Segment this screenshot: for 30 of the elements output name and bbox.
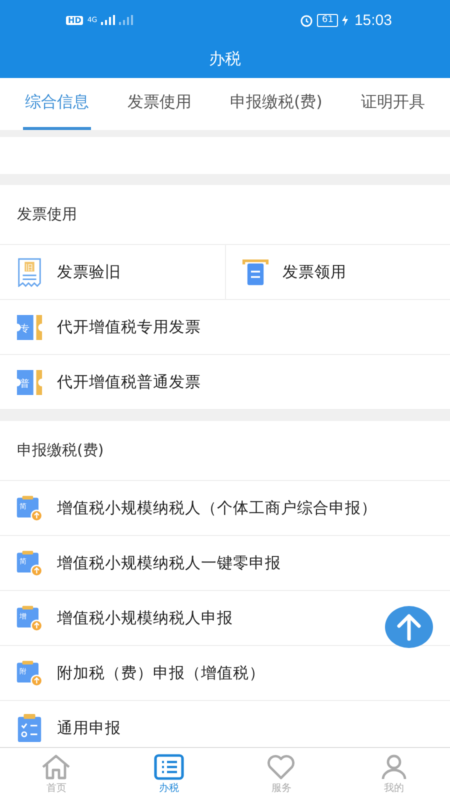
signal-icon: [101, 15, 116, 25]
clock-time: 15:03: [354, 12, 392, 28]
menu-item[interactable]: 简 增值税小规模纳税人一键零申报: [0, 536, 450, 590]
menu-item[interactable]: 增 增值税小规模纳税人申报: [0, 591, 450, 645]
menu-item[interactable]: 专 代开增值税专用发票: [0, 300, 450, 354]
tab[interactable]: 证明开具: [358, 78, 427, 130]
list-icon: [154, 754, 184, 780]
menu-item[interactable]: 普 代开增值税普通发票: [0, 355, 450, 409]
nav-tab[interactable]: 办税: [112, 748, 225, 800]
heart-icon: [266, 754, 296, 780]
home-icon: [41, 754, 72, 780]
menu-item[interactable]: 发票领用: [224, 245, 450, 299]
signal-icon: [119, 15, 134, 25]
menu-item[interactable]: 简 增值税小规模纳税人（个体工商户综合申报）: [0, 481, 450, 535]
receipt-icon: 旧: [16, 258, 43, 286]
checklist-icon: [16, 714, 43, 742]
tab[interactable]: 申报缴税(费): [228, 78, 324, 130]
up-arrow-icon: [396, 613, 422, 641]
document-tray-icon: [242, 258, 268, 286]
section-title: 申报缴税(费): [0, 421, 450, 481]
menu-item[interactable]: 通用申报: [0, 701, 450, 747]
battery-level: 61: [317, 14, 338, 26]
tab[interactable]: 发票使用: [126, 78, 194, 130]
menu-item[interactable]: 附 附加税（费）申报（增值税）: [0, 646, 450, 700]
section-title: 发票使用: [0, 185, 450, 245]
hd-indicator: HD: [66, 16, 84, 24]
scroll-top-button[interactable]: [385, 606, 433, 648]
page-title: 办税: [208, 48, 242, 70]
menu-item[interactable]: 旧 发票验旧: [0, 245, 224, 299]
alarm-icon: [300, 14, 313, 26]
